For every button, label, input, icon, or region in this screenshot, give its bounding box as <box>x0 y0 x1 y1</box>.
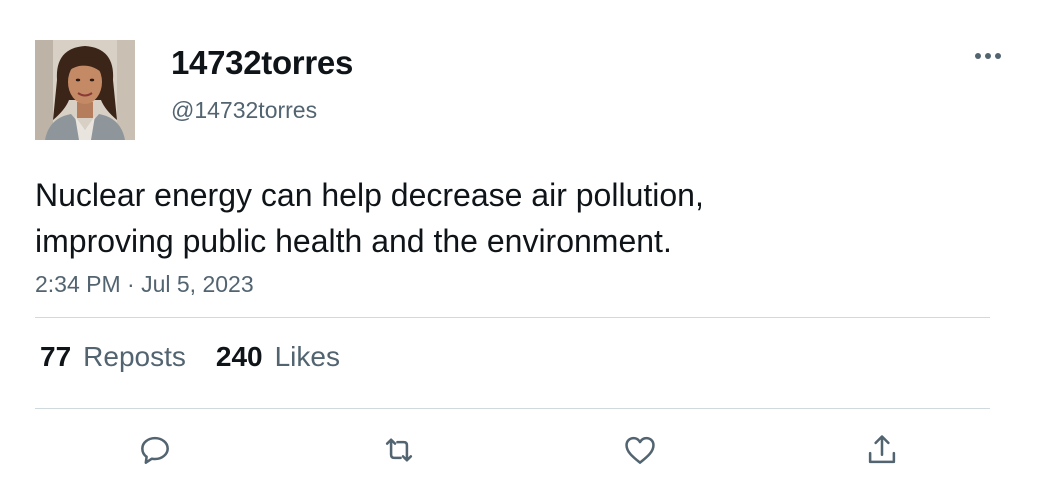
divider <box>35 317 990 318</box>
repost-button[interactable] <box>377 428 421 472</box>
likes-stat[interactable]: 240 Likes <box>216 341 340 373</box>
divider <box>35 408 990 409</box>
more-horizontal-icon <box>975 53 1001 59</box>
likes-label: Likes <box>274 341 340 372</box>
reposts-label: Reposts <box>83 341 186 372</box>
repost-icon <box>385 438 413 462</box>
likes-count: 240 <box>215 341 263 372</box>
more-options-button[interactable] <box>968 40 1008 72</box>
avatar-image <box>35 40 135 140</box>
author-display-name[interactable]: 14732torres <box>171 44 353 82</box>
avatar[interactable] <box>35 40 135 140</box>
tweet-text-line: improving public health and the environm… <box>35 223 672 259</box>
like-button[interactable] <box>618 428 662 472</box>
share-icon <box>868 435 896 464</box>
reposts-stat[interactable]: 77 Reposts <box>40 341 186 373</box>
author-handle[interactable]: @14732torres <box>171 97 317 124</box>
reposts-count: 77 <box>40 341 72 372</box>
share-button[interactable] <box>860 428 904 472</box>
tweet-text-line: Nuclear energy can help decrease air pol… <box>35 177 704 213</box>
tweet-text: Nuclear energy can help decrease air pol… <box>35 172 935 264</box>
engagement-stats: 77 Reposts 240 Likes <box>40 341 340 373</box>
tweet-timestamp[interactable]: 2:34 PM · Jul 5, 2023 <box>35 271 254 298</box>
reply-icon <box>141 436 169 464</box>
reply-button[interactable] <box>133 428 177 472</box>
heart-icon <box>625 436 655 464</box>
